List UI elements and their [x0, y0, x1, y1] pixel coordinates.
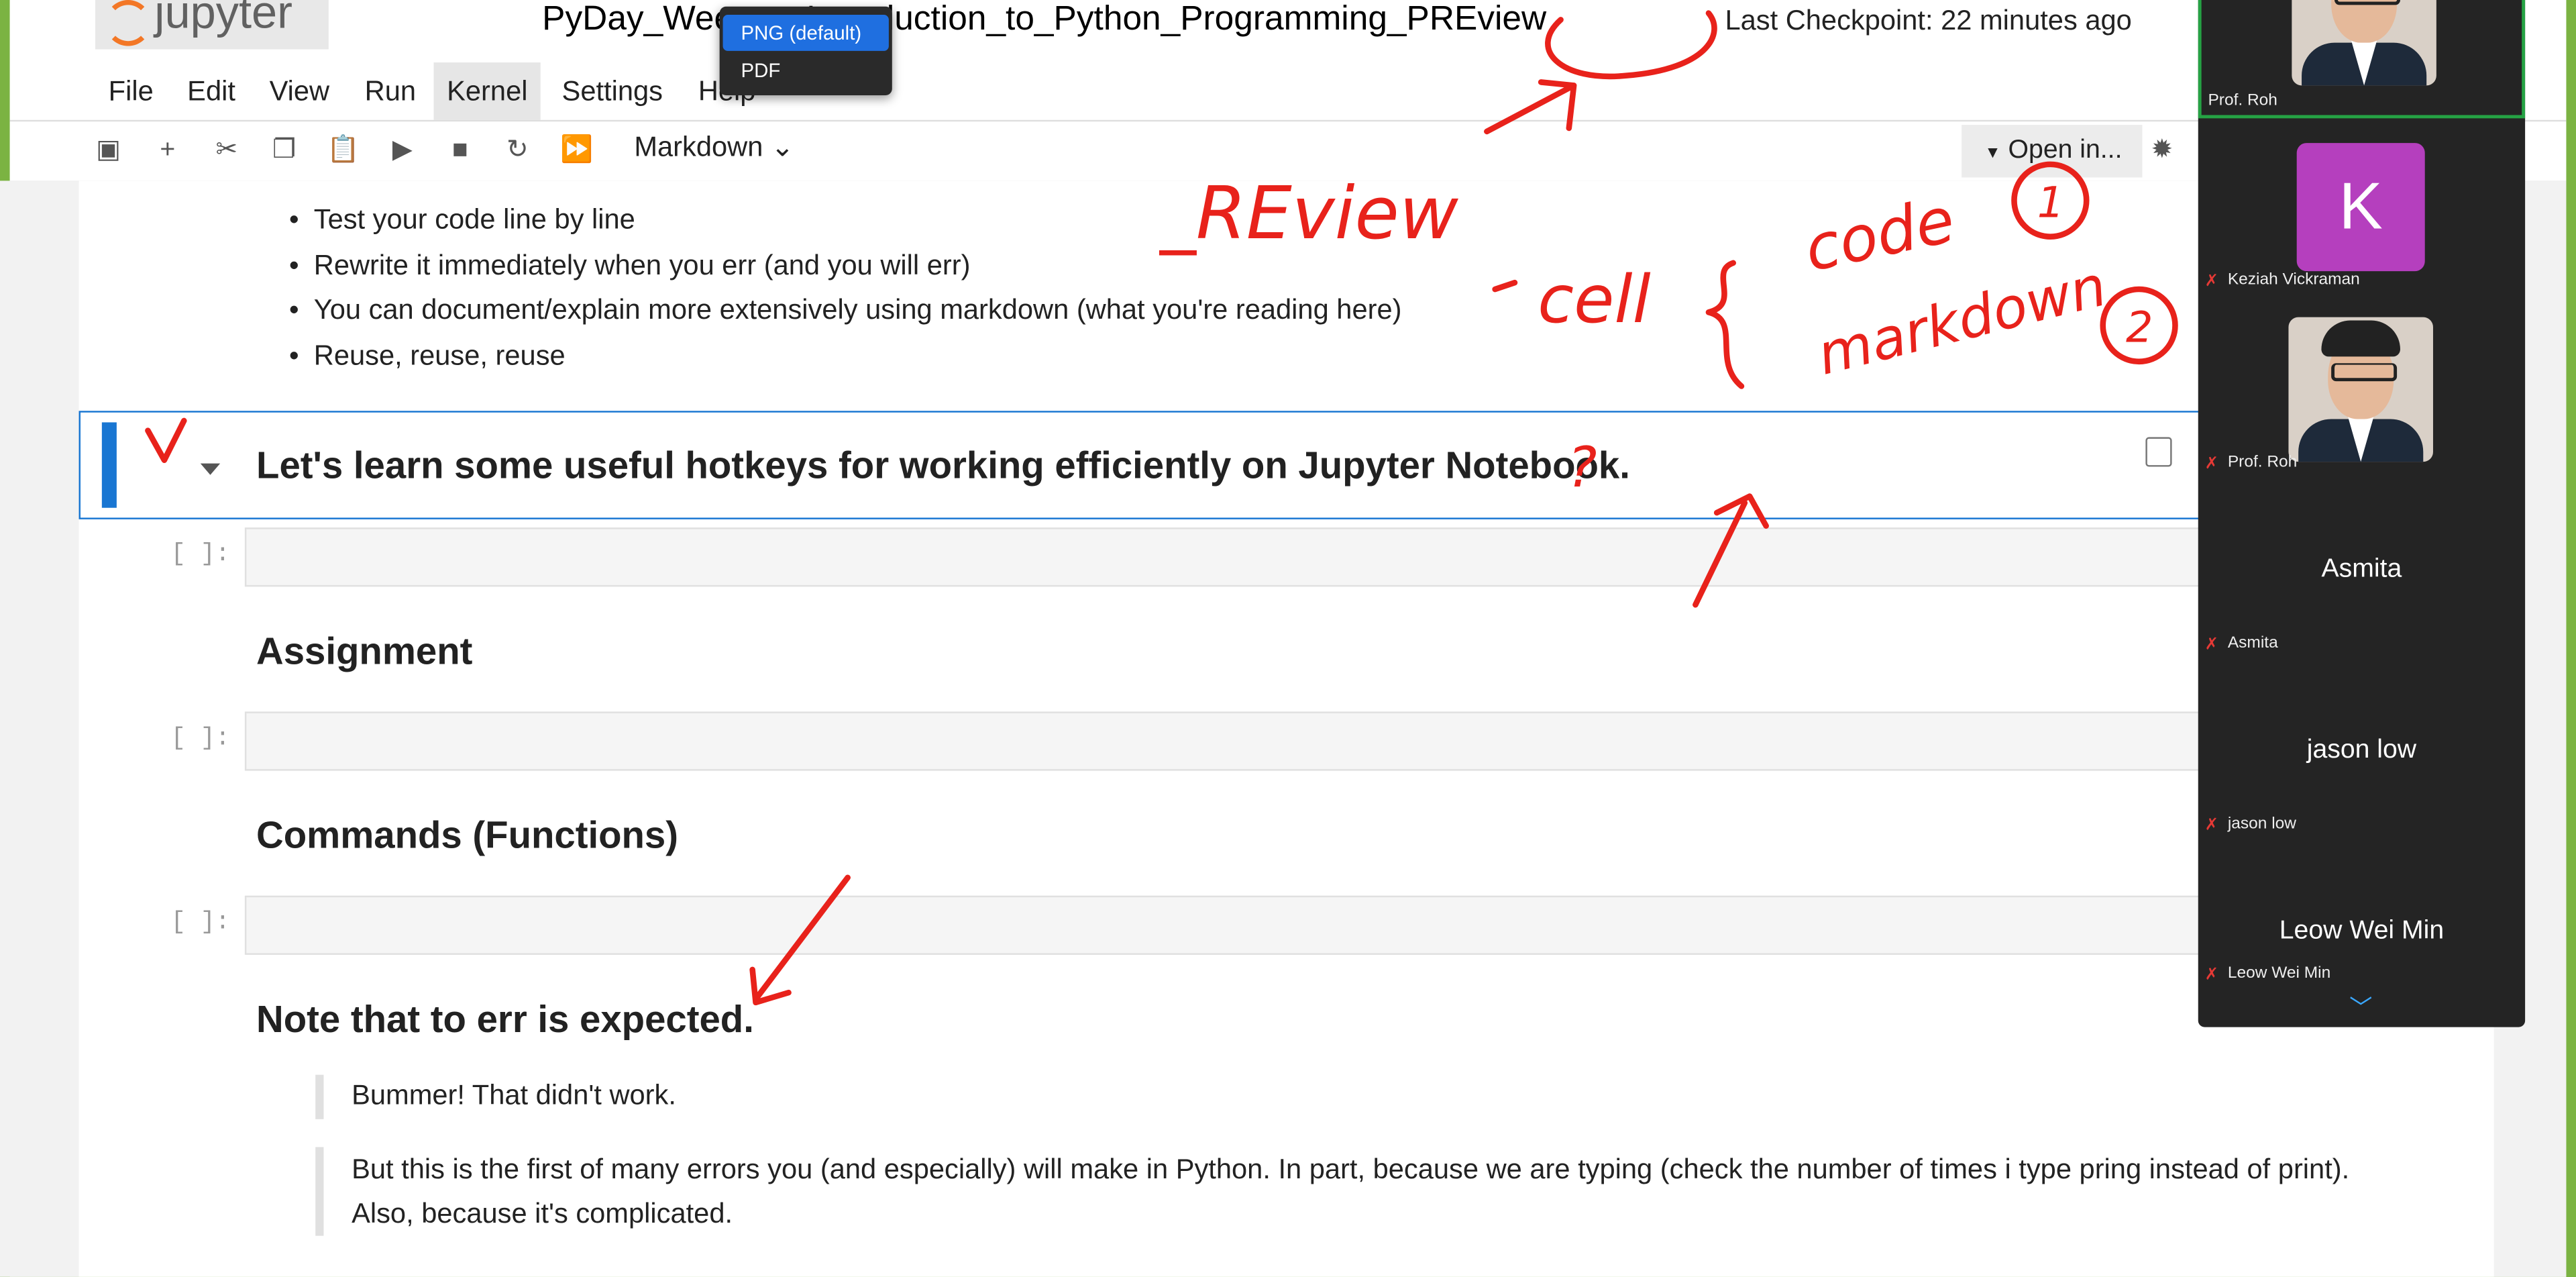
ink-arrow — [1484, 79, 1577, 135]
ink-code-text: code — [1799, 183, 1961, 285]
ink-brace — [1705, 260, 1745, 389]
ink-down-arrow — [749, 874, 851, 1006]
ink-dash — [1492, 279, 1518, 293]
ink-num-1: 1 — [2037, 178, 2065, 227]
ink-circle — [1545, 10, 1717, 80]
ink-check — [145, 417, 187, 464]
ink-cell-text: cell — [1538, 262, 1651, 338]
ink-review-text: _REview — [1159, 172, 1459, 256]
ink-up-arrow — [1693, 493, 1769, 608]
ink-num-2: 2 — [2126, 303, 2153, 352]
ink-annotations: _REview cell code markdown 1 2 ? — [145, 10, 2178, 1006]
ink-question: ? — [1567, 435, 1597, 500]
